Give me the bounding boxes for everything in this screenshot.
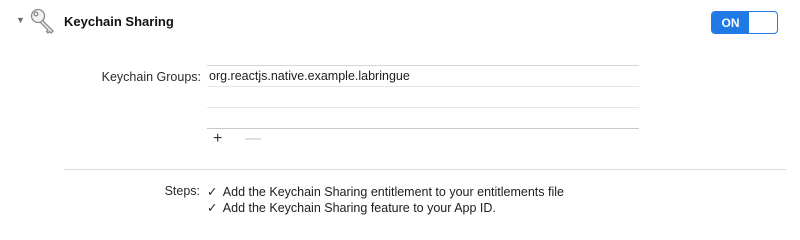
steps-list: ✓ Add the Keychain Sharing entitlement t…: [207, 184, 564, 216]
checkmark-icon: ✓: [207, 185, 218, 199]
toggle-on-label: ON: [712, 12, 749, 33]
add-group-button[interactable]: +: [213, 131, 222, 147]
checkmark-icon: ✓: [207, 201, 218, 215]
step-item: ✓ Add the Keychain Sharing feature to yo…: [207, 200, 564, 216]
step-item: ✓ Add the Keychain Sharing entitlement t…: [207, 184, 564, 200]
disclosure-triangle[interactable]: ▼: [16, 15, 25, 25]
divider: [64, 169, 786, 170]
step-text: Add the Keychain Sharing entitlement to …: [222, 185, 564, 199]
remove-group-button[interactable]: —: [245, 131, 261, 147]
section-title: Keychain Sharing: [64, 14, 174, 29]
keychain-group-row[interactable]: org.reactjs.native.example.labringue: [207, 66, 639, 87]
steps-label: Steps:: [164, 184, 200, 198]
keychain-group-row[interactable]: [207, 87, 639, 108]
keychain-group-row[interactable]: [207, 108, 639, 129]
keychain-key-icon: [30, 8, 54, 34]
capability-toggle[interactable]: ON: [711, 11, 778, 34]
keychain-groups-list[interactable]: org.reactjs.native.example.labringue: [207, 65, 639, 130]
keychain-groups-label: Keychain Groups:: [101, 70, 201, 84]
keychain-sharing-capability: ▼ Keychain Sharing ON Keychain Groups: o…: [0, 0, 800, 240]
step-text: Add the Keychain Sharing feature to your…: [222, 201, 496, 215]
